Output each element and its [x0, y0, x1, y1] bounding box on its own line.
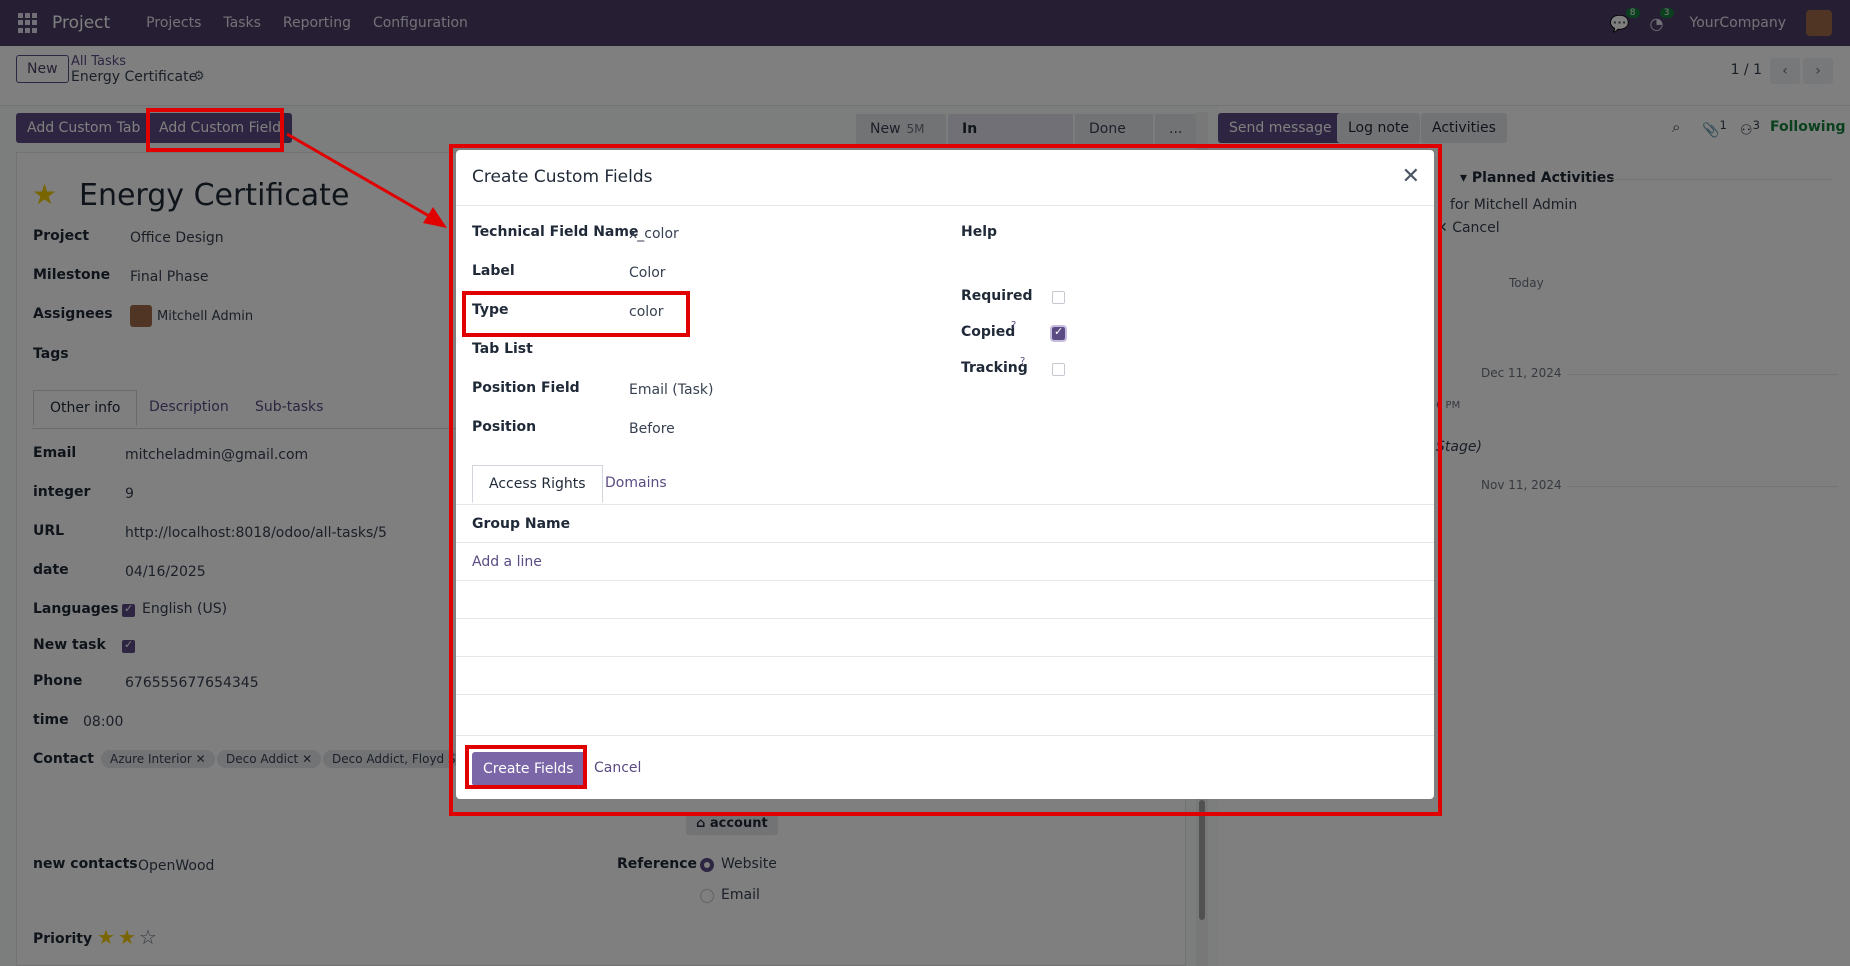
- highlight-create-fields: [465, 745, 587, 789]
- highlight-type-field: [462, 291, 690, 337]
- highlight-add-custom-field: [146, 108, 284, 152]
- highlight-dialog: [449, 144, 1442, 816]
